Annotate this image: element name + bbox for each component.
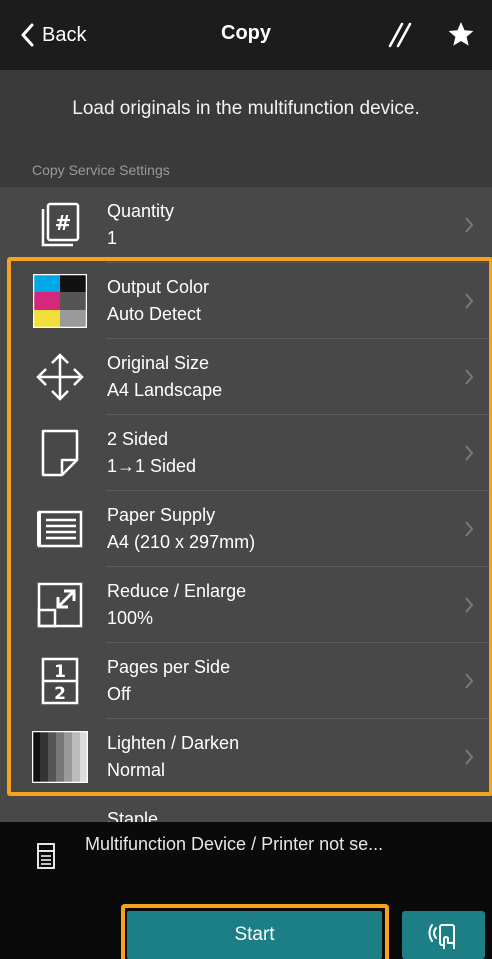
setting-value: Off <box>107 684 131 704</box>
setting-value: 1 <box>107 228 118 248</box>
lighten-darken-icon <box>30 731 90 783</box>
setting-row-paper-supply[interactable]: Paper Supply A4 (210 x 297mm) <box>0 491 492 567</box>
setting-value: A4 (210 x 297mm) <box>107 532 256 552</box>
setting-value: Auto Detect <box>107 304 202 324</box>
setting-title: 2 Sided <box>107 429 169 449</box>
instruction-message: Load originals in the multifunction devi… <box>72 98 420 119</box>
chevron-right-icon <box>465 293 474 309</box>
chevron-right-icon <box>465 369 474 385</box>
paper-supply-icon <box>30 503 90 555</box>
content-area: Load originals in the multifunction devi… <box>0 70 492 822</box>
printer-icon <box>37 843 55 869</box>
setting-title: Lighten / Darken <box>107 733 240 753</box>
settings-list: # Quantity 1 Output Color Auto Detect Or… <box>0 187 492 822</box>
svg-text:1: 1 <box>54 662 66 682</box>
setting-title: Reduce / Enlarge <box>107 581 247 601</box>
back-button[interactable]: Back <box>20 21 86 49</box>
setting-value: Normal <box>107 760 166 780</box>
setting-title: Original Size <box>107 353 210 373</box>
two-sided-icon <box>30 427 90 479</box>
chevron-left-icon <box>21 23 34 47</box>
chevron-right-icon <box>465 597 474 613</box>
setting-row-quantity[interactable]: # Quantity 1 <box>0 187 492 263</box>
page-title: Copy <box>221 22 271 44</box>
quantity-icon: # <box>30 199 90 251</box>
start-button[interactable]: Start <box>127 911 382 959</box>
setting-value: 1→1 Sided <box>107 456 197 476</box>
chevron-right-icon <box>465 521 474 537</box>
setting-value: A4 Landscape <box>107 380 223 400</box>
setting-row-2-sided[interactable]: 2 Sided 1→1 Sided <box>0 415 492 491</box>
reduce-enlarge-icon <box>30 579 90 631</box>
setting-row-original-size[interactable]: Original Size A4 Landscape <box>0 339 492 415</box>
nfc-touch-button[interactable] <box>402 911 485 959</box>
setting-value: 100% <box>107 608 154 628</box>
pencil-slash-icon[interactable] <box>384 20 414 50</box>
setting-row-lighten-darken[interactable]: Lighten / Darken Normal <box>0 719 492 795</box>
star-icon[interactable] <box>447 20 475 48</box>
chevron-right-icon <box>465 749 474 765</box>
setting-row-staple[interactable]: Staple <box>0 795 492 822</box>
setting-row-reduce-enlarge[interactable]: Reduce / Enlarge 100% <box>0 567 492 643</box>
setting-row-pages-per-side[interactable]: 1 2 Pages per Side Off <box>0 643 492 719</box>
nav-bar: Back Copy <box>0 0 492 70</box>
original-size-icon <box>30 351 90 403</box>
setting-title: Pages per Side <box>107 657 231 677</box>
chevron-right-icon <box>465 673 474 689</box>
setting-title: Paper Supply <box>107 505 216 525</box>
setting-title: Output Color <box>107 277 210 297</box>
setting-row-output-color[interactable]: Output Color Auto Detect <box>0 263 492 339</box>
device-status-bar[interactable]: Multifunction Device / Printer not se... <box>0 822 492 894</box>
svg-text:2: 2 <box>54 684 66 704</box>
pages-per-side-icon: 1 2 <box>30 655 90 707</box>
chevron-right-icon <box>465 445 474 461</box>
chevron-right-icon <box>465 217 474 233</box>
output-color-icon <box>30 274 90 328</box>
setting-title: Quantity <box>107 201 175 221</box>
start-label: Start <box>234 924 275 945</box>
setting-title: Staple <box>107 809 159 822</box>
section-header: Copy Service Settings <box>32 162 170 178</box>
device-status-text: Multifunction Device / Printer not se... <box>85 834 384 854</box>
back-label: Back <box>42 23 87 46</box>
svg-text:#: # <box>55 211 72 235</box>
nfc-touch-icon <box>428 924 455 949</box>
